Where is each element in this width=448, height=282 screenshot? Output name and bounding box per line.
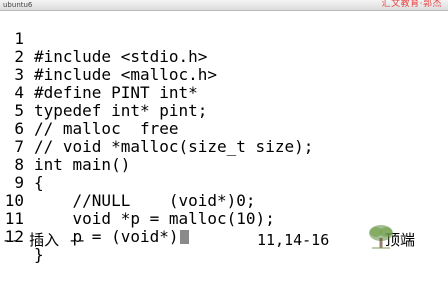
code-line[interactable]: 2 #include <malloc.h>	[0, 30, 448, 84]
tree-logo-icon	[369, 225, 393, 249]
code-line[interactable]: 4 typedef int* pint;	[0, 66, 448, 120]
code-line[interactable]: 1 #include <stdio.h>	[0, 12, 448, 66]
code-line-current[interactable]: 11 p = (void*)	[0, 192, 448, 246]
code-line[interactable]: 7 int main()	[0, 120, 448, 174]
code-line[interactable]: 6 // void *malloc(size_t size);	[0, 102, 448, 156]
code-line[interactable]: 3 #define PINT int*	[0, 48, 448, 102]
code-line[interactable]: 10 void *p = malloc(10);	[0, 174, 448, 228]
window-title: ubuntu6	[3, 1, 33, 9]
mode-indicator: -- 插入 --	[2, 231, 87, 249]
watermark-text: 汇文教育·郭杰	[381, 0, 442, 9]
code-line[interactable]: 9 //NULL (void*)0;	[0, 156, 448, 210]
window-titlebar: ubuntu6 汇文教育·郭杰	[0, 0, 448, 11]
code-line[interactable]: 8 {	[0, 138, 448, 192]
cursor-position: 11,14-16	[257, 231, 330, 249]
vim-editor[interactable]: 1 #include <stdio.h> 2 #include <malloc.…	[0, 12, 448, 264]
code-line[interactable]: 5 // malloc free	[0, 84, 448, 138]
